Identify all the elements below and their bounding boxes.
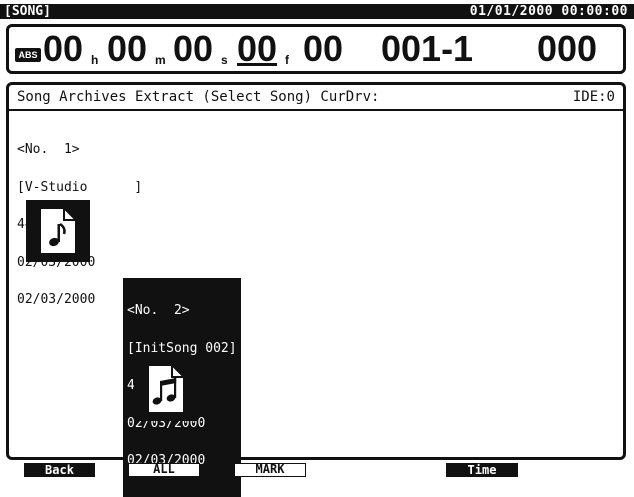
datetime: 01/01/2000 00:00:00 [469,4,628,19]
panel-header: Song Archives Extract (Select Song) CurD… [9,85,623,111]
song-number: <No. 1> [17,142,80,157]
page-title: Song Archives Extract (Select Song) CurD… [17,89,380,105]
song-name: [InitSong 002] [127,340,237,356]
time-button[interactable]: Time [446,463,518,477]
select-all-button[interactable]: ALL [128,463,200,477]
time-counter: ABS 00 h 00 m 00 s 00 f 00 001-1 000 [6,24,626,74]
measure-beat-value: 001-1 [381,28,474,69]
mark-button[interactable]: MARK [234,463,306,477]
screen-tag: [SONG] [4,4,51,19]
song-number: <No. 2> [127,303,190,318]
seconds-value: 00 [173,28,214,69]
song-select-panel: Song Archives Extract (Select Song) CurD… [6,82,626,497]
frames-unit: f [285,53,289,67]
seconds-unit: s [221,53,228,67]
hours-unit: h [91,53,99,67]
back-button[interactable]: Back [24,463,95,477]
song-name: [V-Studio ] [17,179,143,195]
current-drive: IDE:0 [572,89,615,105]
subframes-value: 00 [303,28,344,69]
frames-value: 00 [237,28,278,69]
minutes-value: 00 [107,28,148,69]
minutes-unit: m [155,53,166,67]
single-note-icon[interactable] [26,200,90,262]
status-bar: [SONG] 01/01/2000 00:00:00 [0,4,634,19]
tick-value: 000 [537,28,598,69]
double-note-icon[interactable] [134,357,198,421]
hours-value: 00 [43,28,84,69]
abs-badge: ABS [15,48,41,62]
